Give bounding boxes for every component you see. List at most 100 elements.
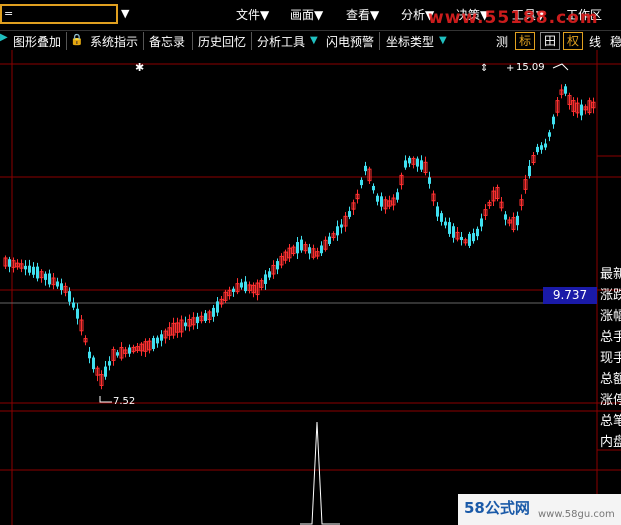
high-pointer-line bbox=[552, 63, 569, 71]
candle-body-down bbox=[276, 261, 279, 270]
overlay-button[interactable]: 图形叠加 bbox=[13, 33, 61, 50]
candle-body-down bbox=[428, 177, 431, 184]
menu-file[interactable]: 文件▼ bbox=[236, 6, 269, 23]
candle-body-down bbox=[48, 273, 51, 285]
candle-body-down bbox=[420, 160, 423, 170]
watermark-url: www.58gu.com bbox=[538, 509, 615, 520]
triangle-icon: ▶ bbox=[0, 32, 8, 43]
candle-body-down bbox=[244, 281, 247, 292]
candle-body-down bbox=[116, 352, 119, 356]
candle-body-down bbox=[340, 224, 343, 228]
candle-body-down bbox=[468, 233, 471, 246]
low-price-label: 7.52 bbox=[113, 396, 136, 407]
watermark-text: www.55188.com bbox=[428, 8, 599, 28]
candle-body-down bbox=[196, 316, 199, 324]
dropdown-triangle-icon[interactable]: ▼ bbox=[310, 35, 318, 46]
toolbar-divider bbox=[66, 32, 67, 50]
panel-label-volume: 总手 bbox=[600, 330, 621, 345]
mark-button[interactable]: 标 bbox=[515, 32, 535, 50]
measure-button[interactable]: 测 bbox=[496, 33, 508, 50]
candle-body-down bbox=[32, 266, 35, 275]
candle-body-down bbox=[68, 291, 71, 302]
candle-body-down bbox=[108, 361, 111, 366]
candle-body-down bbox=[552, 116, 555, 125]
flash-alert-button[interactable]: 闪电预警 bbox=[326, 33, 374, 50]
high-price-label: 15.09 bbox=[516, 62, 545, 73]
candle-body-down bbox=[88, 351, 91, 359]
grid-icon[interactable]: 田 bbox=[540, 32, 560, 50]
candle-body-down bbox=[416, 158, 419, 167]
more-button[interactable]: 稳 bbox=[610, 33, 621, 50]
toolbar-divider bbox=[192, 32, 193, 50]
candle-body-down bbox=[296, 242, 299, 254]
candle-body-down bbox=[76, 308, 79, 319]
panel-label-amount: 总额 bbox=[600, 372, 621, 387]
candle-body-down bbox=[264, 274, 267, 284]
candle-body-down bbox=[92, 357, 95, 370]
panel-label-current-hand: 现手 bbox=[600, 351, 621, 366]
toolbar: ▶ 图形叠加 🔒 系统指示 备忘录 历史回忆 分析工具 ▼ 闪电预警 坐标类型 … bbox=[0, 30, 621, 51]
stock-chart-window: = ▼ 文件▼ 画面▼ 查看▼ 分析▼ 决策▼ 工具▼ 工作区 www.5518… bbox=[0, 0, 621, 525]
candle-body-down bbox=[540, 145, 543, 150]
candle-body-down bbox=[448, 222, 451, 234]
candlestick-series bbox=[3, 84, 596, 390]
low-pointer-line bbox=[99, 396, 112, 403]
candle-body-down bbox=[360, 179, 363, 186]
memo-button[interactable]: 备忘录 bbox=[149, 33, 185, 50]
history-button[interactable]: 历史回忆 bbox=[198, 33, 246, 50]
candle-body-down bbox=[404, 160, 407, 168]
candle-body-down bbox=[536, 146, 539, 153]
toolbar-divider bbox=[143, 32, 144, 50]
candle-body-down bbox=[528, 165, 531, 177]
panel-label-pct: 涨幅 bbox=[600, 309, 621, 324]
candle-body-down bbox=[72, 302, 75, 308]
candle-body-down bbox=[204, 313, 207, 321]
candle-body-down bbox=[544, 143, 547, 148]
indicator-button[interactable]: 系统指示 bbox=[90, 33, 138, 50]
candle-body-down bbox=[212, 307, 215, 317]
analysis-tools-button[interactable]: 分析工具 bbox=[257, 33, 305, 50]
rights-button[interactable]: 权 bbox=[563, 32, 583, 50]
candle-body-down bbox=[300, 239, 303, 251]
candle-body-down bbox=[348, 211, 351, 217]
candle-body-down bbox=[152, 338, 155, 349]
candle-body-down bbox=[548, 132, 551, 137]
candle-body-down bbox=[480, 218, 483, 227]
candle-body-down bbox=[160, 334, 163, 341]
panel-label-inner: 内盘 bbox=[600, 435, 621, 450]
candle-body-down bbox=[240, 282, 243, 288]
indicator-series bbox=[300, 421, 340, 525]
candle-body-down bbox=[396, 192, 399, 200]
candle-body-down bbox=[328, 236, 331, 244]
menu-screen[interactable]: 画面▼ bbox=[290, 6, 323, 23]
candle-body-down bbox=[44, 273, 47, 280]
arrow-marker: ⇕ bbox=[480, 63, 488, 74]
candle-body-down bbox=[472, 233, 475, 242]
current-price-tag: 9.737 bbox=[543, 287, 597, 304]
toolbar-divider bbox=[251, 32, 252, 50]
dropdown-triangle-icon[interactable]: ▼ bbox=[439, 35, 447, 46]
stock-code-input[interactable]: = bbox=[0, 4, 118, 24]
candle-body-down bbox=[444, 221, 447, 226]
kline-chart[interactable]: ✱ ⇕ + bbox=[0, 50, 621, 525]
candle-body-down bbox=[364, 165, 367, 172]
menu-view[interactable]: 查看▼ bbox=[346, 6, 379, 23]
candle-body-down bbox=[232, 288, 235, 292]
candle-body-down bbox=[308, 247, 311, 254]
candle-body-down bbox=[156, 337, 159, 344]
watermark-logo: 58公式网 bbox=[464, 499, 530, 517]
watermark-badge: 58公式网 www.58gu.com bbox=[458, 494, 621, 525]
indicator-spike bbox=[300, 421, 340, 525]
lock-icon[interactable]: 🔒 bbox=[70, 33, 84, 46]
line-button[interactable]: 线 bbox=[589, 33, 601, 50]
candle-body-down bbox=[216, 301, 219, 313]
candle-body-down bbox=[8, 259, 11, 267]
chevron-down-icon[interactable]: ▼ bbox=[121, 7, 129, 20]
candle-body-down bbox=[24, 265, 27, 270]
candle-body-down bbox=[380, 196, 383, 207]
panel-label-change: 涨跌 bbox=[600, 288, 621, 303]
candle-body-down bbox=[372, 185, 375, 191]
candle-body-down bbox=[408, 157, 411, 164]
coord-type-button[interactable]: 坐标类型 bbox=[386, 33, 434, 50]
candle-body-down bbox=[60, 283, 63, 291]
